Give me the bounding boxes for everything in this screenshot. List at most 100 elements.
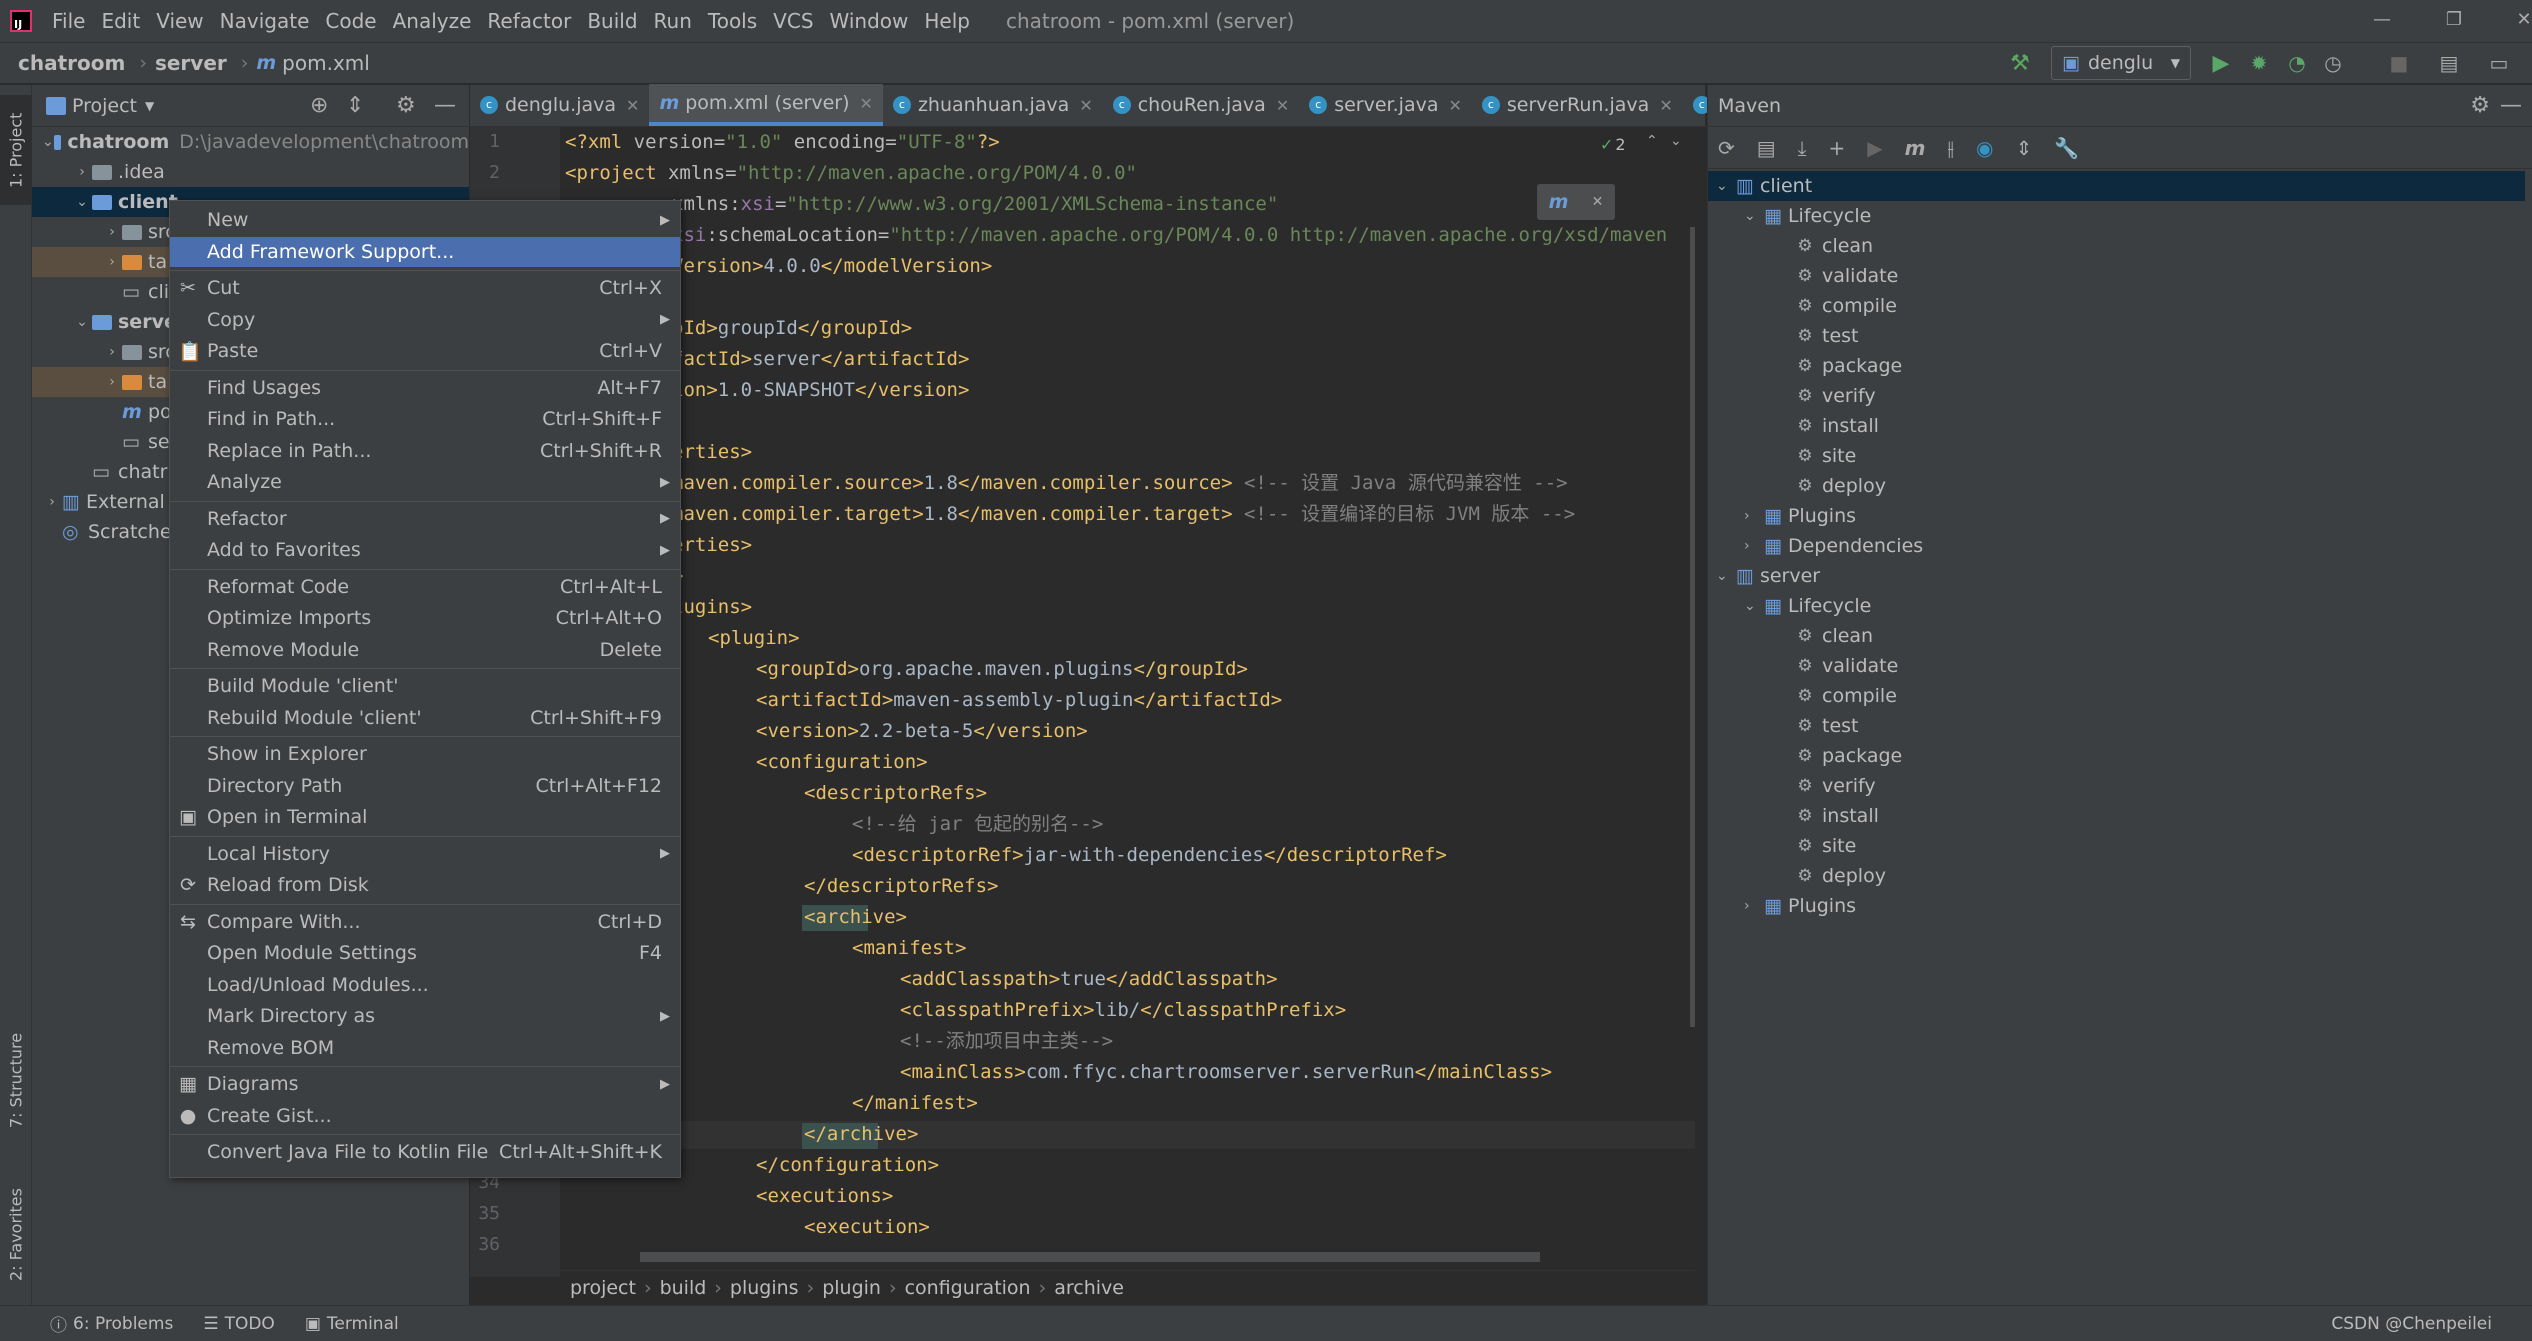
context-menu-item-load-unload-modules[interactable]: Load/Unload Modules... xyxy=(170,970,680,1000)
vertical-scrollbar[interactable] xyxy=(1690,227,1695,1027)
context-menu-item-diagrams[interactable]: ▦ Diagrams ▶ xyxy=(170,1069,680,1099)
menu-view[interactable]: View xyxy=(148,0,211,42)
context-menu-item-add-to-favorites[interactable]: Add to Favorites ▶ xyxy=(170,535,680,565)
context-menu-item-refactor[interactable]: Refactor ▶ xyxy=(170,504,680,534)
context-menu-item-paste[interactable]: 📋 Paste Ctrl+V xyxy=(170,336,680,366)
breadcrumb-archive[interactable]: archive xyxy=(1054,1277,1124,1299)
breadcrumb-plugins[interactable]: plugins xyxy=(730,1277,799,1299)
context-menu-item-reload-from-disk[interactable]: ⟳ Reload from Disk xyxy=(170,870,680,900)
locate-icon[interactable]: ⊕ xyxy=(310,93,328,118)
generate-sources-icon[interactable]: ▤ xyxy=(1757,136,1776,160)
context-menu-item-reformat-code[interactable]: Reformat Code Ctrl+Alt+L xyxy=(170,572,680,602)
client-phase-install[interactable]: ⚙ install xyxy=(1796,411,1879,441)
menu-code[interactable]: Code xyxy=(317,0,384,42)
server-phase-deploy[interactable]: ⚙ deploy xyxy=(1796,861,1886,891)
project-structure-icon[interactable]: ▤ xyxy=(2434,48,2464,78)
close-tab-icon[interactable]: ✕ xyxy=(626,96,639,115)
client-phase-clean[interactable]: ⚙ clean xyxy=(1796,231,1873,261)
context-menu-item-new[interactable]: New ▶ xyxy=(170,205,680,235)
inspection-check-icon[interactable]: ✓ 2 xyxy=(1600,135,1626,154)
build-hammer-icon[interactable]: ⚒ xyxy=(2005,48,2035,78)
client-phase-site[interactable]: ⚙ site xyxy=(1796,441,1856,471)
menu-tools[interactable]: Tools xyxy=(700,0,765,42)
reload-icon[interactable]: ⟳ xyxy=(1718,136,1735,160)
problems-tab[interactable]: 6: Problems xyxy=(73,1314,173,1334)
tab-server[interactable]: c server.java ✕ xyxy=(1299,84,1472,126)
context-menu-item-replace-in-path[interactable]: Replace in Path... Ctrl+Shift+R xyxy=(170,436,680,466)
hide-panel-icon[interactable]: — xyxy=(434,93,456,118)
context-menu-item-open-module-settings[interactable]: Open Module Settings F4 xyxy=(170,938,680,968)
hide-panel-icon[interactable]: — xyxy=(2500,93,2522,118)
skip-tests-icon[interactable]: ◉ xyxy=(1976,136,1993,160)
run-icon[interactable]: ▶ xyxy=(2206,48,2236,78)
breadcrumb-module[interactable]: server xyxy=(155,51,227,75)
stop-icon[interactable]: ■ xyxy=(2384,48,2414,78)
context-menu-item-cut[interactable]: ✂ Cut Ctrl+X xyxy=(170,273,680,303)
close-tab-icon[interactable]: ✕ xyxy=(860,94,873,113)
maven-client-plugins[interactable]: › ▦ Plugins xyxy=(1744,501,1856,531)
server-phase-test[interactable]: ⚙ test xyxy=(1796,711,1858,741)
breadcrumb-build[interactable]: build xyxy=(660,1277,707,1299)
context-menu-item-build-module-client[interactable]: Build Module 'client' xyxy=(170,671,680,701)
server-phase-compile[interactable]: ⚙ compile xyxy=(1796,681,1897,711)
close-popup-icon[interactable]: ✕ xyxy=(1592,194,1604,210)
menu-analyze[interactable]: Analyze xyxy=(385,0,480,42)
context-menu-item-optimize-imports[interactable]: Optimize Imports Ctrl+Alt+O xyxy=(170,603,680,633)
server-phase-package[interactable]: ⚙ package xyxy=(1796,741,1902,771)
maven-client-dependencies[interactable]: › ▦ Dependencies xyxy=(1744,531,1923,561)
menu-build[interactable]: Build xyxy=(579,0,645,42)
next-highlight-icon[interactable]: ⌄ xyxy=(1670,133,1682,149)
client-phase-test[interactable]: ⚙ test xyxy=(1796,321,1858,351)
toggle-offline-icon[interactable]: ⫲ xyxy=(1948,136,1954,160)
execute-goal-icon[interactable]: m xyxy=(1905,136,1926,160)
context-menu-item-remove-bom[interactable]: Remove BOM xyxy=(170,1033,680,1063)
context-menu-item-rebuild-module-client[interactable]: Rebuild Module 'client' Ctrl+Shift+F9 xyxy=(170,703,680,733)
client-phase-validate[interactable]: ⚙ validate xyxy=(1796,261,1898,291)
wrench-icon[interactable]: 🔧 xyxy=(2054,136,2079,160)
close-tab-icon[interactable]: ✕ xyxy=(1276,96,1289,115)
context-menu-item-directory-path[interactable]: Directory Path Ctrl+Alt+F12 xyxy=(170,771,680,801)
layout-icon[interactable]: ▭ xyxy=(2484,48,2514,78)
breadcrumb-configuration[interactable]: configuration xyxy=(905,1277,1031,1299)
context-menu-item-copy[interactable]: Copy ▶ xyxy=(170,305,680,335)
breadcrumb-plugin[interactable]: plugin xyxy=(822,1277,881,1299)
context-menu-item-add-framework-support[interactable]: Add Framework Support... xyxy=(170,236,680,267)
maven-reload-icon[interactable]: m xyxy=(1549,191,1569,213)
maven-module-client[interactable]: ⌄ ▥ client xyxy=(1708,171,2525,201)
server-phase-clean[interactable]: ⚙ clean xyxy=(1796,621,1873,651)
run-configuration-select[interactable]: ▣ denglu ▼ xyxy=(2051,46,2191,80)
context-menu-item-compare-with[interactable]: ⇆ Compare With... Ctrl+D xyxy=(170,907,680,937)
tab-serverrun[interactable]: c serverRun.java ✕ xyxy=(1472,84,1683,126)
menu-run[interactable]: Run xyxy=(646,0,700,42)
context-menu-item-find-usages[interactable]: Find Usages Alt+F7 xyxy=(170,373,680,403)
project-view-title[interactable]: Project xyxy=(72,95,137,117)
coverage-icon[interactable]: ◔ xyxy=(2282,48,2312,78)
client-phase-verify[interactable]: ⚙ verify xyxy=(1796,381,1875,411)
tab-project[interactable]: 1: Project xyxy=(0,95,32,205)
terminal-tab[interactable]: Terminal xyxy=(327,1314,399,1334)
horizontal-scrollbar[interactable] xyxy=(640,1252,1540,1262)
breadcrumb-project[interactable]: project xyxy=(570,1277,636,1299)
minimize-icon[interactable]: — xyxy=(2352,0,2412,40)
breadcrumb-file[interactable]: pom.xml xyxy=(282,51,370,75)
tab-denglu[interactable]: c denglu.java ✕ xyxy=(470,84,649,126)
server-phase-verify[interactable]: ⚙ verify xyxy=(1796,771,1875,801)
menu-vcs[interactable]: VCS xyxy=(765,0,821,42)
collapse-all-icon[interactable]: ⇕ xyxy=(2015,136,2032,160)
tab-structure[interactable]: 7: Structure xyxy=(0,1020,32,1140)
chevron-down-icon[interactable]: ▼ xyxy=(145,99,154,113)
previous-highlight-icon[interactable]: ⌃ xyxy=(1646,133,1658,149)
context-menu-item-mark-directory-as[interactable]: Mark Directory as ▶ xyxy=(170,1001,680,1031)
client-phase-package[interactable]: ⚙ package xyxy=(1796,351,1902,381)
context-menu-item-local-history[interactable]: Local History ▶ xyxy=(170,839,680,869)
close-tab-icon[interactable]: ✕ xyxy=(1079,96,1092,115)
close-tab-icon[interactable]: ✕ xyxy=(1448,96,1461,115)
context-menu-item-convert-java-file-to-kotlin-file[interactable]: Convert Java File to Kotlin File Ctrl+Alt… xyxy=(170,1137,680,1167)
maven-module-server[interactable]: ⌄ ▥ server xyxy=(1716,561,1820,591)
maven-reload-popup[interactable]: m ✕ xyxy=(1537,184,1615,220)
menu-navigate[interactable]: Navigate xyxy=(212,0,318,42)
maven-client-lifecycle[interactable]: ⌄ ▦ Lifecycle xyxy=(1744,201,1871,231)
context-menu-item-create-gist[interactable]: ● Create Gist... xyxy=(170,1101,680,1131)
profile-icon[interactable]: ◷ xyxy=(2318,48,2348,78)
debug-icon[interactable]: ✹ xyxy=(2244,48,2274,78)
